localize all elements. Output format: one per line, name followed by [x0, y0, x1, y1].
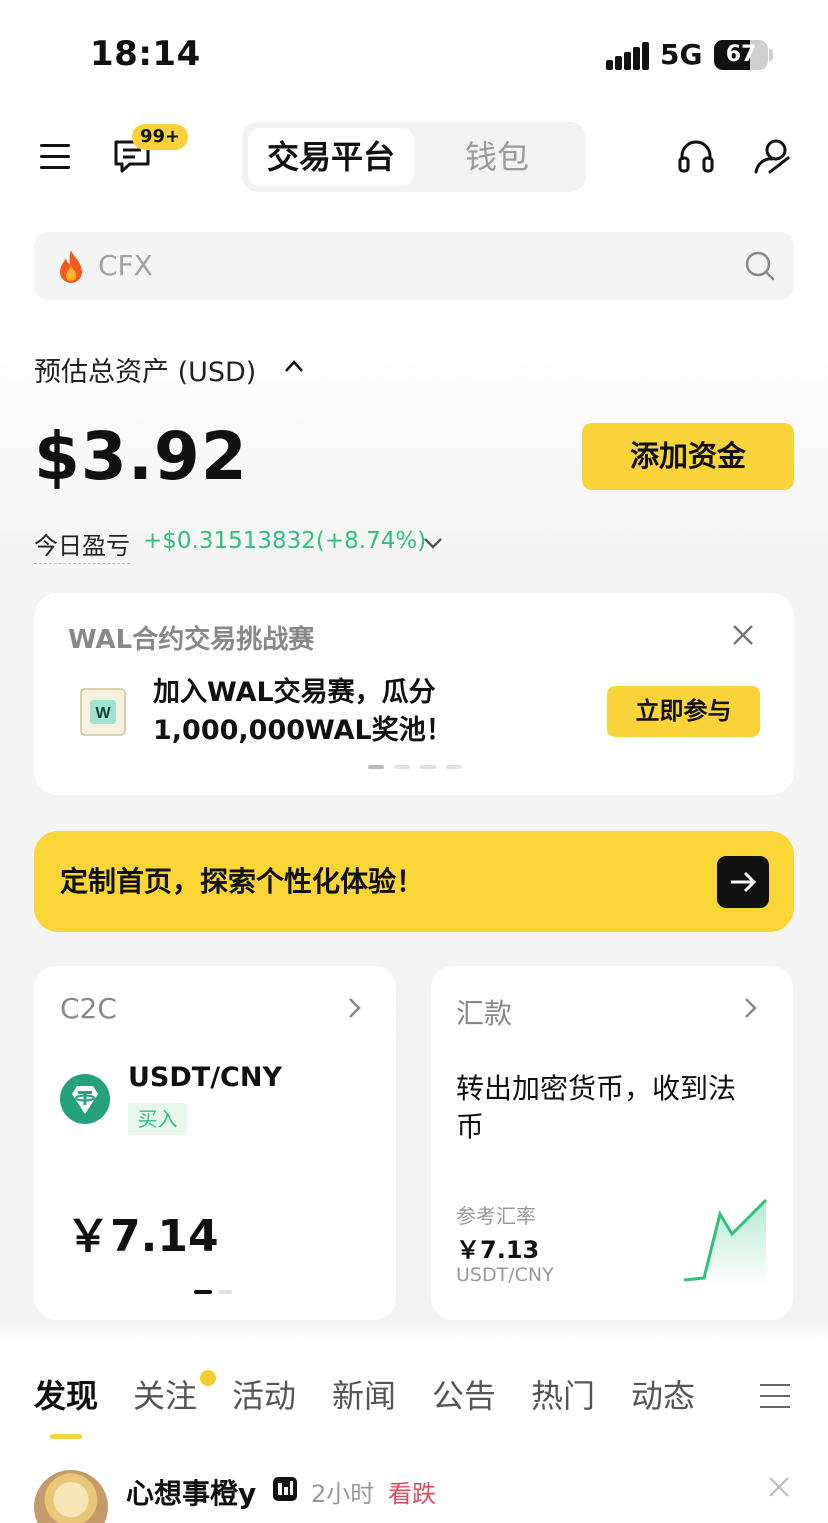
pagination-dot: [368, 765, 384, 769]
feed-sentiment: 看跌: [388, 1480, 436, 1508]
c2c-pair: USDT/CNY: [128, 1062, 283, 1093]
reference-rate-pair: USDT/CNY: [456, 1264, 554, 1286]
search-input[interactable]: CFX: [98, 248, 153, 284]
reference-rate-value: ￥7.13: [456, 1236, 540, 1264]
close-icon[interactable]: [731, 623, 755, 647]
pagination-dot: [446, 765, 462, 769]
tether-icon: [60, 1074, 110, 1124]
battery-icon: 67: [714, 40, 768, 70]
pagination-dot: [394, 765, 410, 769]
headset-icon[interactable]: [676, 136, 716, 176]
feed-tab[interactable]: 新闻: [332, 1370, 396, 1422]
remittance-description: 转出加密货币，收到法 币: [456, 1070, 768, 1146]
remittance-desc-line1: 转出加密货币，收到法: [456, 1072, 737, 1105]
active-tab-indicator: [50, 1434, 82, 1439]
card-pagination: [194, 1290, 232, 1294]
feed-author[interactable]: 心想事橙y: [126, 1472, 256, 1512]
total-balance: $3.92: [34, 418, 248, 495]
status-time: 18:14: [90, 34, 201, 74]
user-icon[interactable]: [752, 136, 792, 176]
svg-text:W: W: [95, 705, 111, 722]
verified-badge-icon: [273, 1477, 297, 1501]
unread-dot: [200, 1370, 216, 1386]
feed-tab[interactable]: 发现: [34, 1370, 98, 1422]
chevron-right-icon[interactable]: [740, 996, 760, 1020]
banner-title: WAL合约交易挑战赛: [68, 625, 315, 655]
chevron-up-icon[interactable]: [282, 356, 306, 376]
tab-wallet[interactable]: 钱包: [414, 128, 580, 186]
banner-text: 加入WAL交易赛，瓜分 1,000,000WAL奖池！: [153, 674, 583, 750]
feed-tab[interactable]: 热门: [531, 1370, 595, 1422]
fire-icon: [60, 250, 82, 283]
battery-level: 67: [725, 42, 757, 67]
chevron-right-icon[interactable]: [344, 996, 364, 1020]
menu-icon[interactable]: [40, 142, 70, 170]
c2c-title: C2C: [60, 992, 117, 1025]
rate-sparkline: [683, 1198, 768, 1286]
search-icon[interactable]: [744, 250, 776, 282]
tabs-menu-icon[interactable]: [760, 1382, 790, 1410]
banner-text-line2: 1,000,000WAL奖池！: [153, 715, 453, 746]
notification-badge: 99+: [132, 124, 189, 150]
remittance-title: 汇款: [456, 997, 513, 1030]
arrow-right-icon[interactable]: [717, 856, 769, 908]
signal-icon: [606, 42, 649, 70]
wal-logo-icon: W: [80, 688, 126, 736]
feed-tab[interactable]: 动态: [631, 1370, 695, 1422]
chevron-down-icon[interactable]: [422, 534, 444, 552]
buy-tag: 买入: [128, 1103, 187, 1135]
c2c-price: ￥7.14: [66, 1211, 219, 1262]
feed-time: 2小时: [311, 1480, 375, 1508]
close-icon[interactable]: [768, 1476, 790, 1498]
assets-label: 预估总资产 (USD): [34, 357, 257, 388]
feed-tab[interactable]: 活动: [232, 1370, 296, 1422]
pnl-label[interactable]: 今日盈亏: [34, 526, 130, 564]
customize-text: 定制首页，探索个性化体验！: [60, 865, 425, 898]
banner-pagination: [368, 765, 464, 771]
pnl-value: +$0.31513832(+8.74%): [143, 528, 427, 554]
tab-exchange[interactable]: 交易平台: [248, 128, 414, 186]
battery-cap: [769, 49, 773, 61]
pagination-dot: [420, 765, 436, 769]
feed-tab[interactable]: 公告: [432, 1370, 496, 1422]
avatar[interactable]: [34, 1470, 108, 1523]
feed-tab[interactable]: 关注: [133, 1370, 197, 1422]
banner-text-line1: 加入WAL交易赛，瓜分: [153, 677, 436, 708]
remittance-desc-line2: 币: [456, 1110, 485, 1143]
reference-rate-label: 参考汇率: [456, 1204, 536, 1228]
network-label: 5G: [660, 38, 703, 71]
join-now-button[interactable]: 立即参与: [607, 686, 760, 737]
add-funds-button[interactable]: 添加资金: [582, 423, 794, 490]
feed-tabs: 发现 关注 活动 新闻 公告 热门 动态: [0, 1370, 828, 1430]
